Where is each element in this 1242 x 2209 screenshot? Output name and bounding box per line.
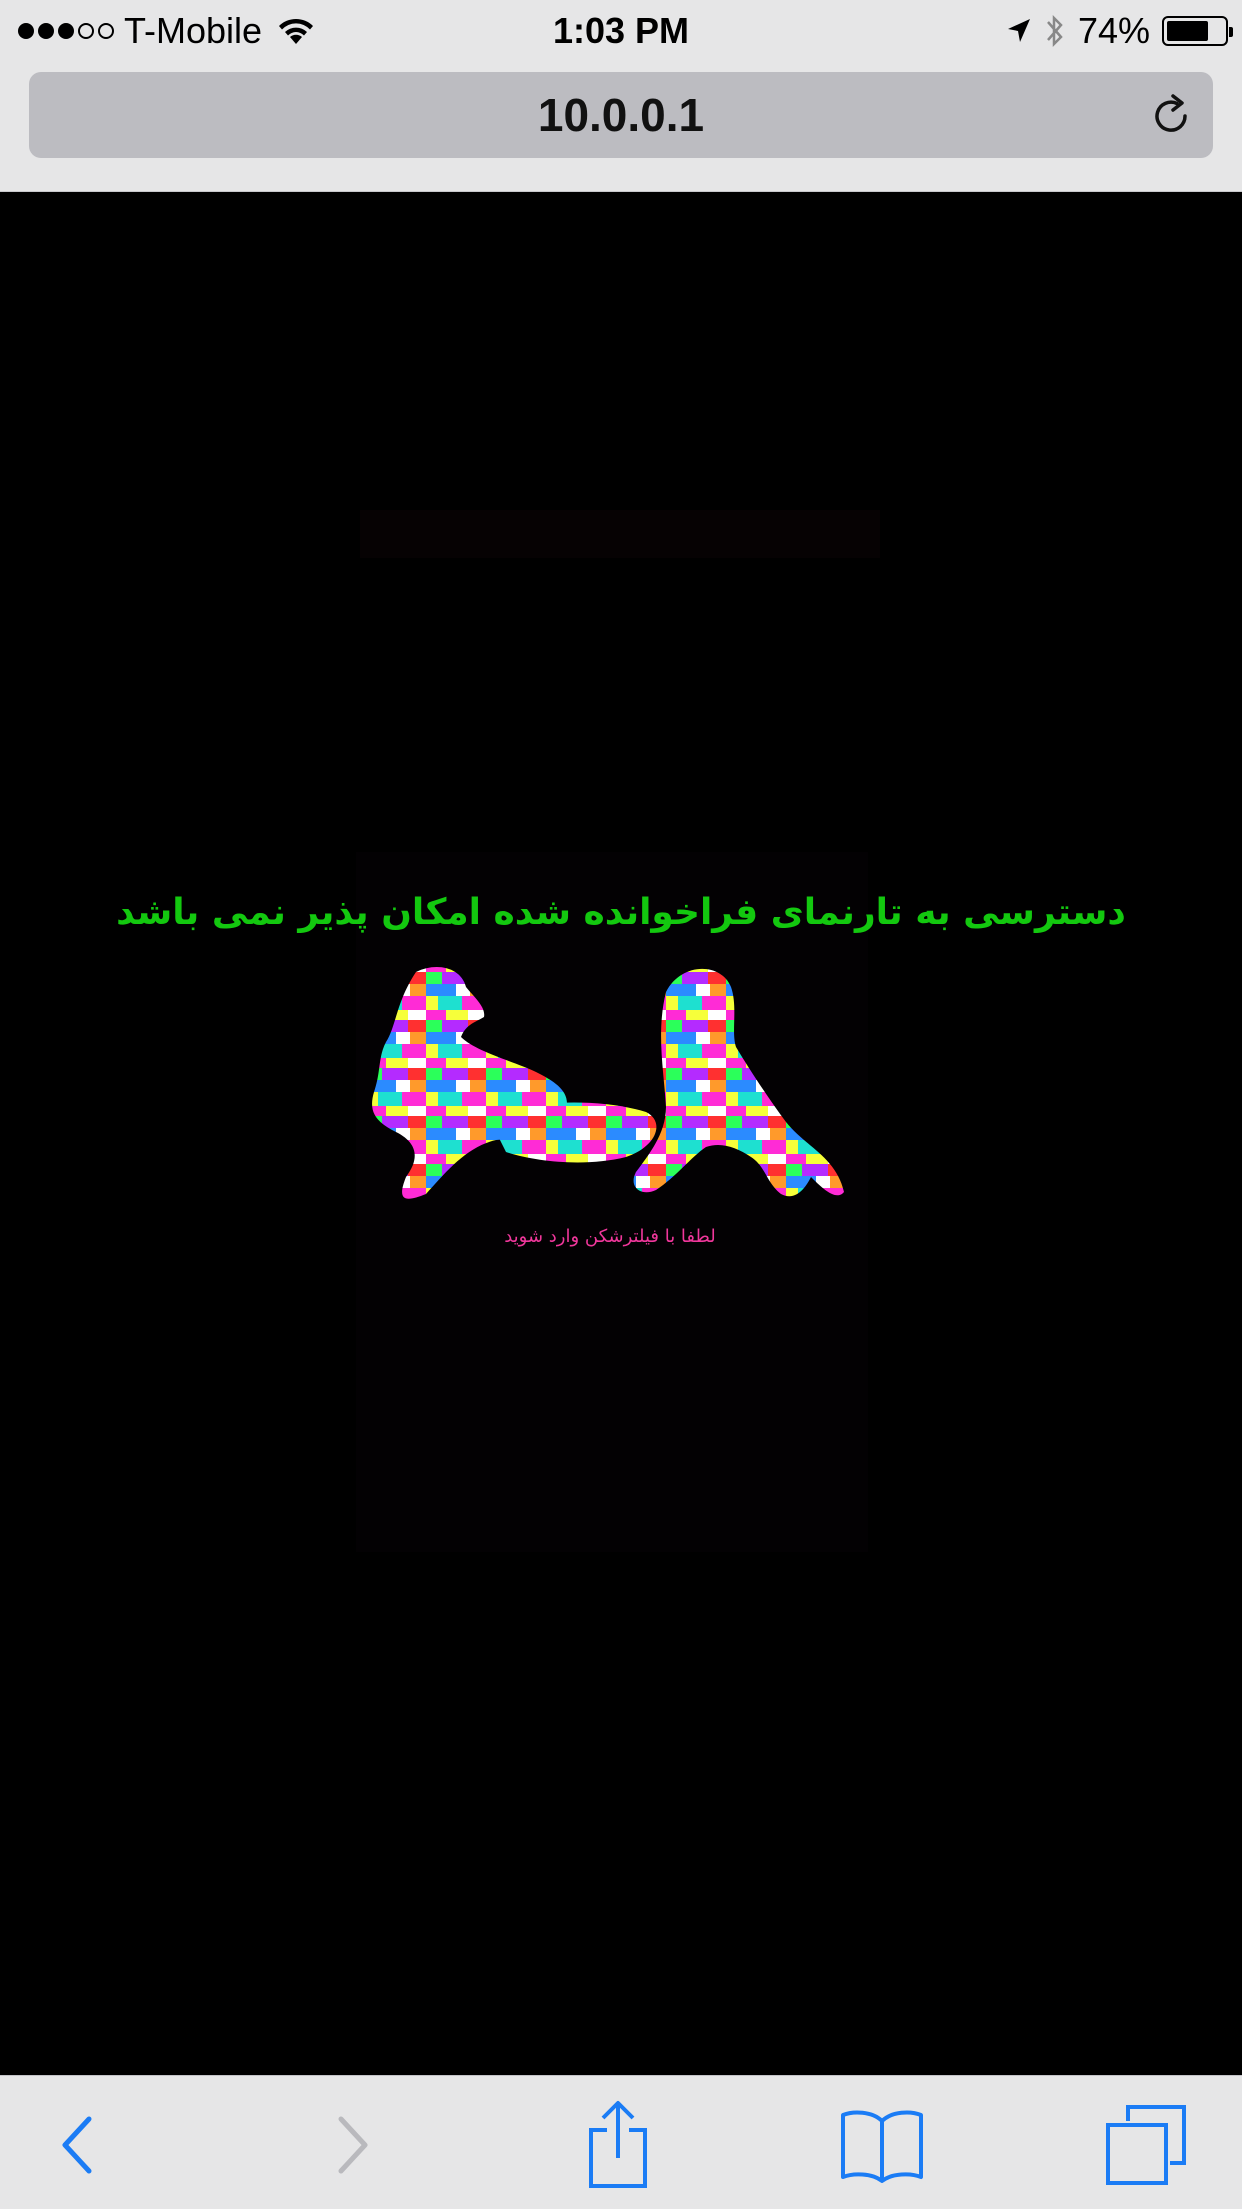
- reload-icon[interactable]: [1147, 92, 1195, 140]
- blocked-message: دسترسی به تارنمای فراخوانده شده امکان پذ…: [116, 892, 1126, 933]
- chevron-left-icon: [62, 2116, 92, 2174]
- tabs-button[interactable]: [1101, 2100, 1191, 2190]
- bluetooth-icon: [1046, 14, 1063, 48]
- status-right: 74%: [1006, 8, 1233, 54]
- vpn-instruction: لطفا با فیلترشکن وارد شوید: [504, 1226, 716, 1247]
- location-arrow-icon: [1007, 19, 1030, 42]
- status-bar: T-Mobile 1:03 PM 74%: [0, 0, 1242, 62]
- book-icon: [841, 2110, 923, 2183]
- battery-icon: [1162, 16, 1233, 46]
- forward-button[interactable]: [308, 2100, 398, 2190]
- battery-percent: 74%: [1077, 10, 1150, 51]
- share-icon: [589, 2101, 647, 2188]
- battery-fill: [1167, 21, 1208, 41]
- web-content: دسترسی به تارنمای فراخوانده شده امکان پذ…: [0, 192, 1242, 2075]
- bookmarks-button[interactable]: [837, 2100, 927, 2190]
- tabs-icon: [1106, 2105, 1186, 2185]
- address-bar[interactable]: 10.0.0.1: [29, 72, 1213, 158]
- silhouette-artwork: [372, 967, 844, 1199]
- url-text[interactable]: 10.0.0.1: [29, 72, 1213, 158]
- faint-banner: [360, 510, 880, 558]
- chevron-right-icon: [338, 2116, 368, 2174]
- browser-header: 10.0.0.1: [0, 62, 1242, 192]
- share-button[interactable]: [573, 2100, 663, 2190]
- back-button[interactable]: [32, 2100, 122, 2190]
- browser-toolbar: [0, 2075, 1242, 2209]
